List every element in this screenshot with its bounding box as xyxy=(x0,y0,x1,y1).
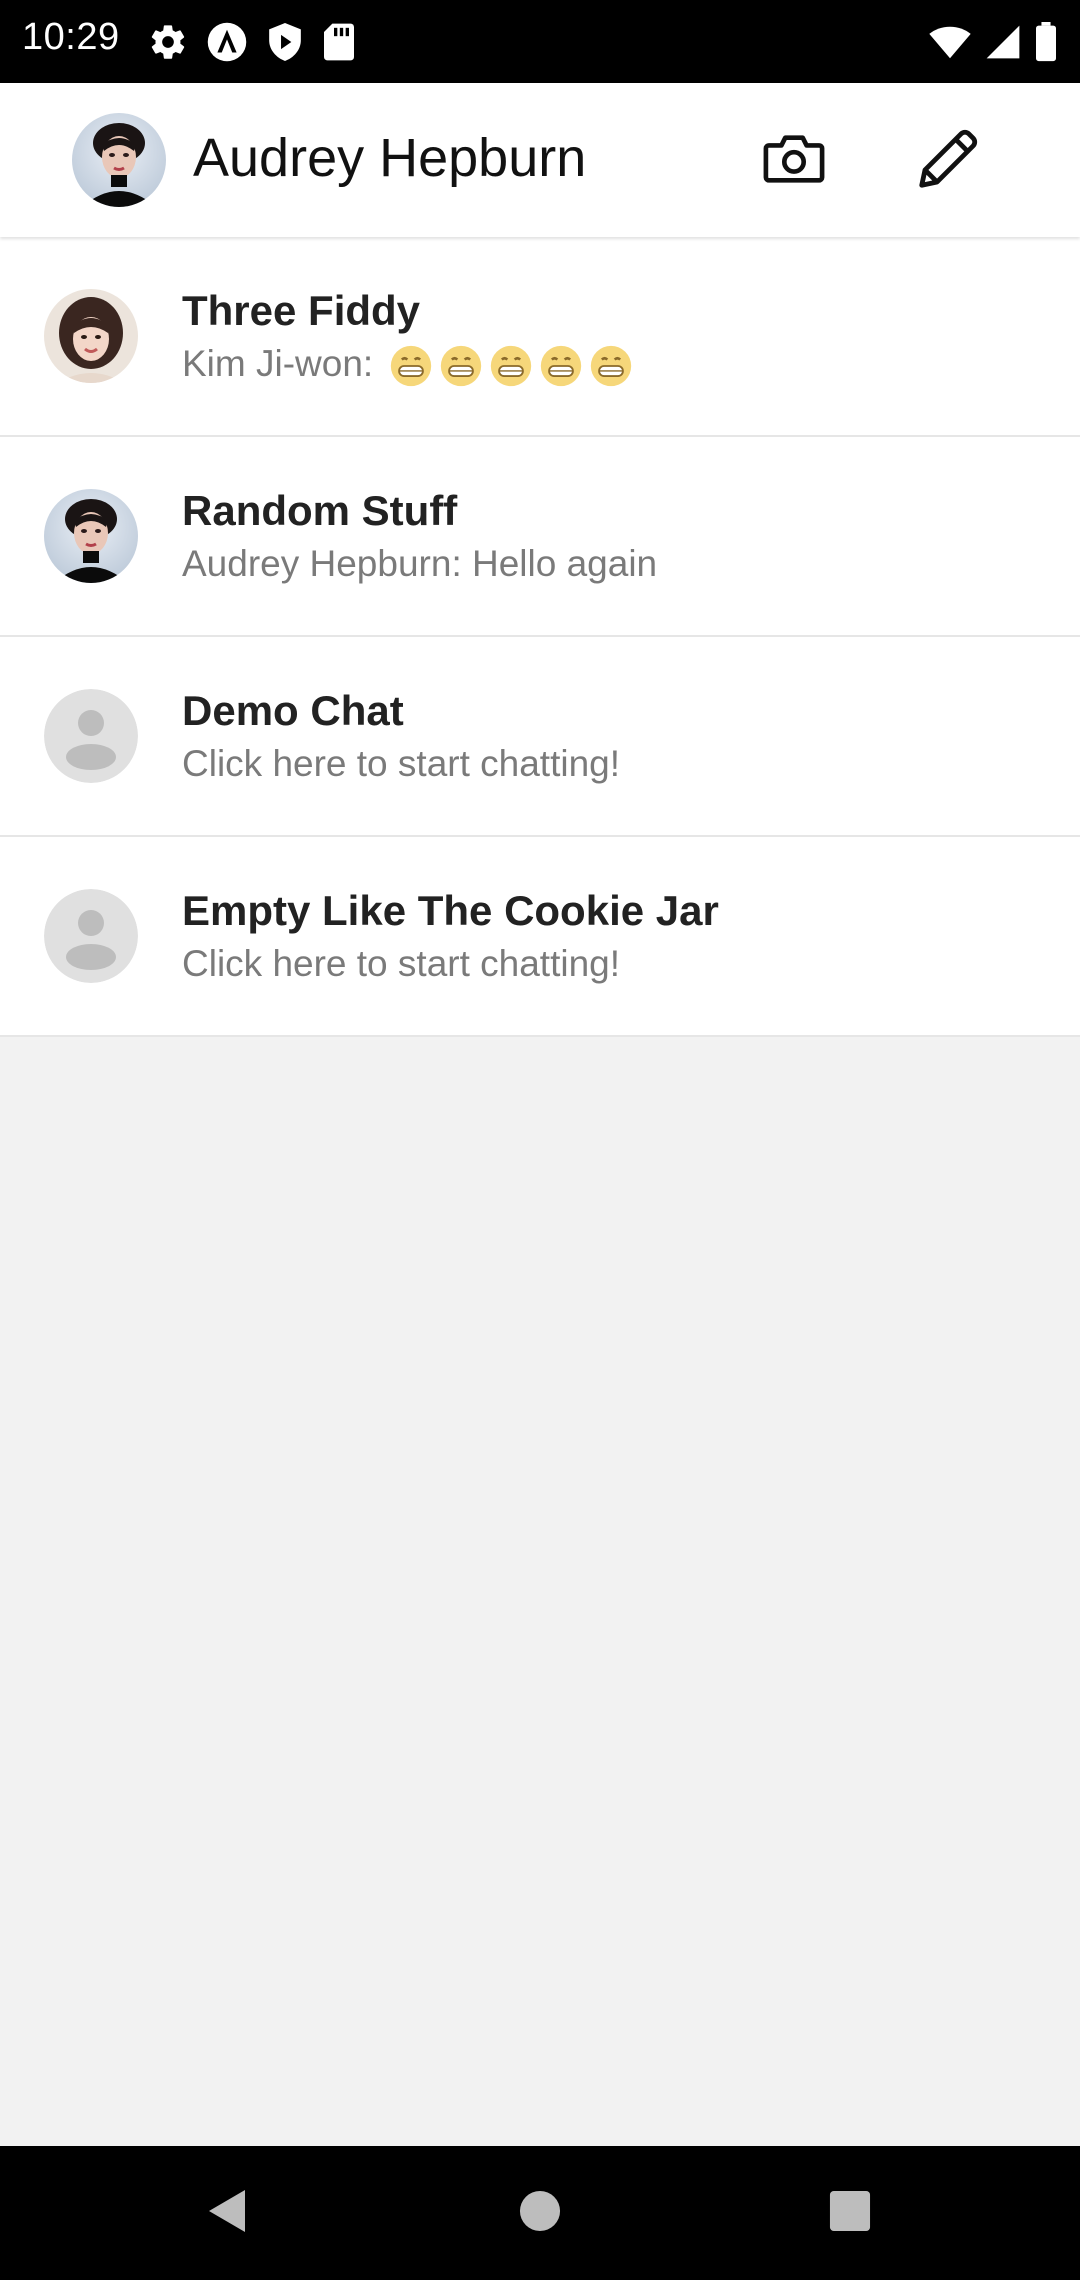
camera-icon xyxy=(763,133,825,190)
chat-item-empty-like-the-cookie-jar[interactable]: Empty Like The Cookie Jar Click here to … xyxy=(0,837,1080,1037)
home-button[interactable] xyxy=(503,2176,577,2250)
chat-preview: Audrey Hepburn: Hello again xyxy=(182,543,658,584)
chat-list: Three Fiddy Kim Ji-won: Random Stuff Aud… xyxy=(0,237,1080,1037)
pencil-icon xyxy=(913,124,983,199)
recents-icon xyxy=(829,2190,871,2237)
profile-avatar[interactable] xyxy=(72,113,166,207)
grinning-emoji-icon xyxy=(589,344,633,388)
app-header: Audrey Hepburn xyxy=(0,83,1080,237)
status-time: 10:29 xyxy=(22,16,120,58)
battery-icon xyxy=(1034,22,1058,62)
shield-play-icon xyxy=(266,21,304,63)
sd-card-icon xyxy=(322,22,356,62)
default-avatar-icon xyxy=(44,889,138,983)
page-title: Audrey Hepburn xyxy=(193,128,587,188)
chat-preview: Click here to start chatting! xyxy=(182,943,621,984)
grinning-emoji-icon xyxy=(389,344,433,388)
navigation-bar xyxy=(0,2146,1080,2280)
a-badge-icon xyxy=(206,21,248,63)
grinning-emoji-icon xyxy=(489,344,533,388)
chat-name: Three Fiddy xyxy=(182,287,421,334)
grinning-emoji-icon xyxy=(439,344,483,388)
chat-item-demo-chat[interactable]: Demo Chat Click here to start chatting! xyxy=(0,637,1080,837)
compose-button[interactable] xyxy=(908,121,988,201)
emoji-row xyxy=(389,344,633,388)
default-avatar-icon xyxy=(44,689,138,783)
back-icon xyxy=(205,2187,249,2240)
chat-item-random-stuff[interactable]: Random Stuff Audrey Hepburn: Hello again xyxy=(0,437,1080,637)
recents-button[interactable] xyxy=(813,2176,887,2250)
chat-name: Demo Chat xyxy=(182,687,404,734)
screen: 10:29 Audrey Hepburn Three Fiddy Kim Ji-… xyxy=(0,0,1080,2280)
status-bar: 10:29 xyxy=(0,0,1080,83)
home-icon xyxy=(519,2190,561,2237)
chat-preview-text: Kim Ji-won: xyxy=(182,343,374,384)
gear-icon xyxy=(148,22,188,62)
chat-preview: Click here to start chatting! xyxy=(182,743,621,784)
status-icons-left xyxy=(148,20,356,64)
chat-preview: Kim Ji-won: xyxy=(182,343,633,388)
status-icons-right xyxy=(928,20,1058,64)
chat-avatar xyxy=(44,489,138,583)
wifi-icon xyxy=(928,24,972,60)
chat-item-three-fiddy[interactable]: Three Fiddy Kim Ji-won: xyxy=(0,237,1080,437)
chat-name: Empty Like The Cookie Jar xyxy=(182,887,719,934)
back-button[interactable] xyxy=(190,2176,264,2250)
camera-button[interactable] xyxy=(754,121,834,201)
chat-name: Random Stuff xyxy=(182,487,458,534)
signal-icon xyxy=(984,24,1022,60)
chat-avatar xyxy=(44,289,138,383)
grinning-emoji-icon xyxy=(539,344,583,388)
